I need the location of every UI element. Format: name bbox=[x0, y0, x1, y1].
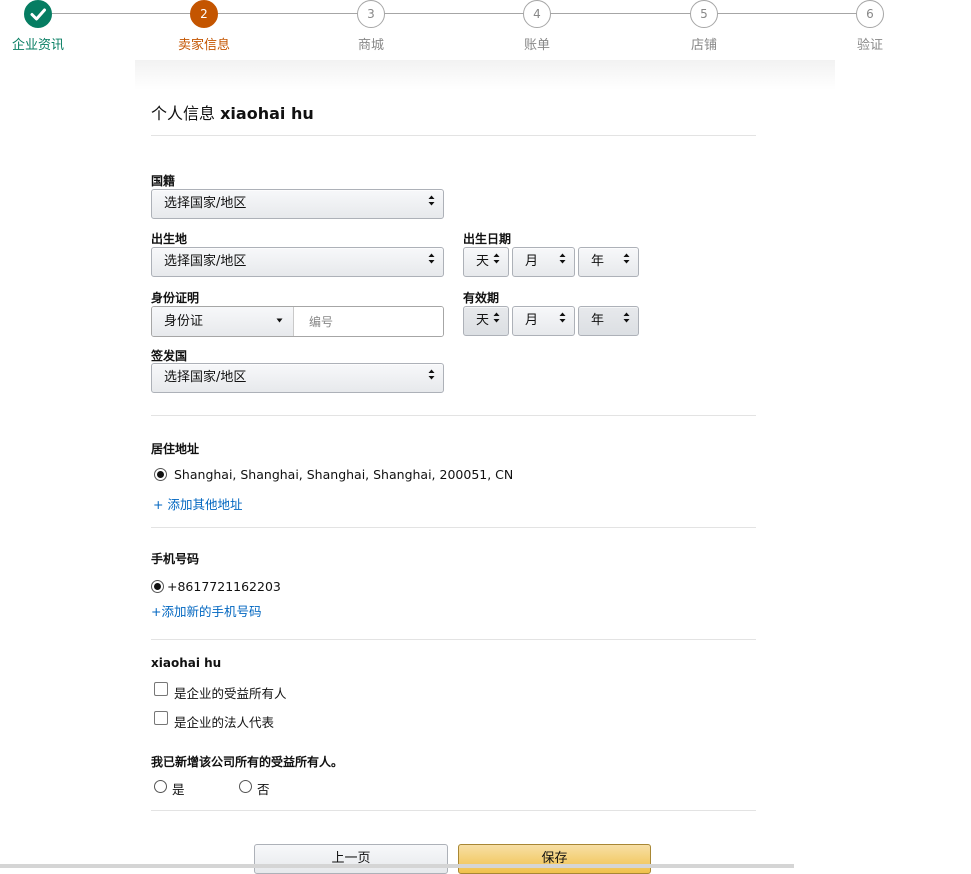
issuing-country-select[interactable]: 选择国家/地区 bbox=[151, 363, 444, 393]
legal-rep-label: 是企业的法人代表 bbox=[174, 715, 275, 730]
step-number: 6 bbox=[856, 0, 884, 28]
step-number: 5 bbox=[690, 0, 718, 28]
add-phone-link[interactable]: +添加新的手机号码 bbox=[151, 601, 261, 620]
expiry-label: 有效期 bbox=[463, 291, 500, 305]
step-label: 验证 bbox=[856, 38, 883, 53]
birth-day-value: 天 bbox=[476, 254, 490, 269]
step-number: 4 bbox=[523, 0, 551, 28]
progress-stepper: 企业资讯 2 卖家信息 3 商城 4 账单 5 店铺 6 验证 bbox=[0, 0, 971, 60]
updown-arrow-icon bbox=[428, 190, 435, 218]
updown-arrow-icon bbox=[623, 248, 630, 276]
no-label: 否 bbox=[257, 782, 270, 797]
divider bbox=[151, 415, 756, 416]
beneficial-owner-label: 是企业的受益所有人 bbox=[174, 686, 287, 701]
title-name: xiaohai hu bbox=[220, 104, 314, 123]
nationality-value: 选择国家/地区 bbox=[164, 196, 247, 211]
expiry-day-select[interactable]: 天 bbox=[463, 306, 509, 336]
step-label: 账单 bbox=[523, 38, 550, 53]
expiry-month-value: 月 bbox=[525, 313, 539, 328]
no-radio[interactable] bbox=[239, 780, 252, 793]
birth-year-value: 年 bbox=[591, 254, 605, 269]
expiry-year-select[interactable]: 年 bbox=[578, 306, 639, 336]
expiry-year-value: 年 bbox=[591, 313, 605, 328]
phone-label: 手机号码 bbox=[151, 552, 200, 566]
divider bbox=[151, 810, 756, 811]
nationality-label: 国籍 bbox=[151, 174, 176, 188]
step-number: 3 bbox=[357, 0, 385, 28]
step-label: 卖家信息 bbox=[177, 38, 230, 53]
all-owners-question: 我已新增该公司所有的受益所有人。 bbox=[151, 755, 344, 769]
address-value: Shanghai, Shanghai, Shanghai, Shanghai, … bbox=[174, 467, 514, 482]
legal-rep-checkbox[interactable] bbox=[154, 711, 168, 725]
divider bbox=[151, 639, 756, 640]
title-prefix: 个人信息 bbox=[151, 104, 216, 123]
expiry-month-select[interactable]: 月 bbox=[512, 306, 575, 336]
birthplace-select[interactable]: 选择国家/地区 bbox=[151, 247, 444, 277]
updown-arrow-icon bbox=[428, 364, 435, 392]
yes-radio[interactable] bbox=[154, 780, 167, 793]
phone-radio[interactable] bbox=[151, 580, 164, 593]
divider bbox=[151, 135, 756, 136]
step-label: 企业资讯 bbox=[11, 38, 64, 53]
step-label: 商城 bbox=[357, 38, 384, 53]
expiry-day-value: 天 bbox=[476, 313, 490, 328]
updown-arrow-icon bbox=[493, 307, 500, 335]
yes-label: 是 bbox=[172, 782, 185, 797]
save-button[interactable]: 保存 bbox=[458, 844, 651, 874]
id-type-select[interactable]: 身份证 bbox=[152, 307, 294, 336]
address-radio[interactable] bbox=[154, 468, 167, 481]
birthdate-label: 出生日期 bbox=[463, 232, 512, 246]
updown-arrow-icon bbox=[559, 307, 566, 335]
phone-value: +8617721162203 bbox=[167, 579, 281, 594]
birth-month-value: 月 bbox=[525, 254, 539, 269]
horizontal-scrollbar[interactable] bbox=[0, 864, 794, 868]
check-icon bbox=[24, 0, 52, 28]
birth-day-select[interactable]: 天 bbox=[463, 247, 509, 277]
birth-year-select[interactable]: 年 bbox=[578, 247, 639, 277]
updown-arrow-icon bbox=[623, 307, 630, 335]
nationality-select[interactable]: 选择国家/地区 bbox=[151, 189, 444, 219]
birthplace-label: 出生地 bbox=[151, 232, 188, 246]
issuing-country-value: 选择国家/地区 bbox=[164, 370, 247, 385]
chevron-down-icon bbox=[276, 307, 283, 336]
address-label: 居住地址 bbox=[151, 442, 200, 456]
id-proof-field: 身份证 bbox=[151, 306, 444, 337]
stepper-line bbox=[52, 13, 871, 14]
person-name-label: xiaohai hu bbox=[151, 656, 222, 670]
id-type-value: 身份证 bbox=[164, 314, 204, 329]
birthplace-value: 选择国家/地区 bbox=[164, 254, 247, 269]
id-number-input[interactable] bbox=[295, 307, 443, 336]
updown-arrow-icon bbox=[493, 248, 500, 276]
step-label: 店铺 bbox=[690, 38, 717, 53]
page-title: 个人信息 xiaohai hu bbox=[151, 100, 314, 124]
issuing-country-label: 签发国 bbox=[151, 349, 188, 363]
previous-button[interactable]: 上一页 bbox=[254, 844, 448, 874]
section-shadow bbox=[135, 60, 835, 90]
birth-month-select[interactable]: 月 bbox=[512, 247, 575, 277]
id-proof-label: 身份证明 bbox=[151, 291, 200, 305]
step-number: 2 bbox=[190, 0, 218, 28]
updown-arrow-icon bbox=[428, 248, 435, 276]
beneficial-owner-checkbox[interactable] bbox=[154, 682, 168, 696]
updown-arrow-icon bbox=[559, 248, 566, 276]
divider bbox=[151, 527, 756, 528]
add-address-link[interactable]: + 添加其他地址 bbox=[153, 494, 242, 513]
